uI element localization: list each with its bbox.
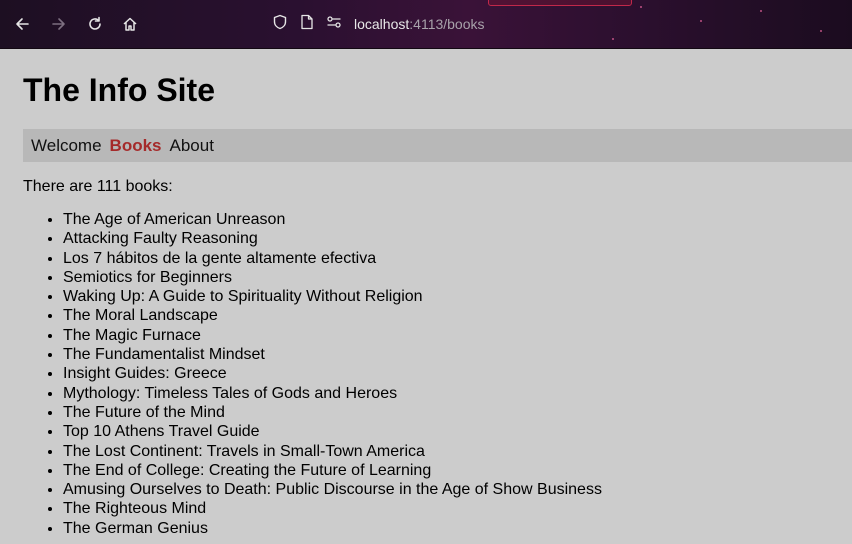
page-icon[interactable]	[300, 14, 314, 35]
back-arrow-icon[interactable]	[14, 16, 30, 32]
book-list-item: Semiotics for Beginners	[63, 268, 852, 287]
book-list-item: Insight Guides: Greece	[63, 364, 852, 383]
book-list-item: Amusing Ourselves to Death: Public Disco…	[63, 480, 852, 499]
book-list-item: Waking Up: A Guide to Spirituality Witho…	[63, 287, 852, 306]
book-list-item: Top 10 Athens Travel Guide	[63, 422, 852, 441]
book-list: The Age of American UnreasonAttacking Fa…	[23, 210, 852, 538]
book-list-item: The German Genius	[63, 519, 852, 538]
book-list-item: The Magic Furnace	[63, 326, 852, 345]
url-path: :4113/books	[409, 16, 485, 32]
url-text[interactable]: localhost:4113/books	[354, 16, 485, 32]
book-list-item: The End of College: Creating the Future …	[63, 461, 852, 480]
url-host: localhost	[354, 16, 410, 32]
book-list-item: The Moral Landscape	[63, 306, 852, 325]
book-count: There are 111 books:	[23, 178, 173, 195]
book-list-item: The Future of the Mind	[63, 403, 852, 422]
address-bar[interactable]: localhost:4113/books	[272, 14, 485, 35]
permissions-icon[interactable]	[326, 14, 342, 35]
book-list-item: The Fundamentalist Mindset	[63, 345, 852, 364]
reload-icon[interactable]	[87, 16, 103, 32]
home-icon[interactable]	[122, 16, 138, 32]
book-list-item: Attacking Faulty Reasoning	[63, 229, 852, 248]
tab-highlight	[488, 0, 632, 6]
book-list-item: The Age of American Unreason	[63, 210, 852, 229]
nav-link-about[interactable]: About	[170, 136, 214, 156]
nav-link-welcome[interactable]: Welcome	[31, 136, 102, 156]
nav-link-books[interactable]: Books	[110, 136, 162, 156]
book-list-item: The Lost Continent: Travels in Small-Tow…	[63, 442, 852, 461]
book-list-item: Mythology: Timeless Tales of Gods and He…	[63, 384, 852, 403]
book-list-item: Los 7 hábitos de la gente altamente efec…	[63, 249, 852, 268]
site-title: The Info Site	[23, 72, 215, 108]
book-list-item: The Righteous Mind	[63, 499, 852, 518]
page-content: The Info Site Welcome Books About There …	[0, 49, 852, 538]
site-nav: Welcome Books About	[23, 129, 852, 162]
forward-arrow-icon[interactable]	[51, 16, 67, 32]
browser-toolbar: localhost:4113/books	[0, 0, 852, 49]
shield-icon[interactable]	[272, 14, 288, 35]
